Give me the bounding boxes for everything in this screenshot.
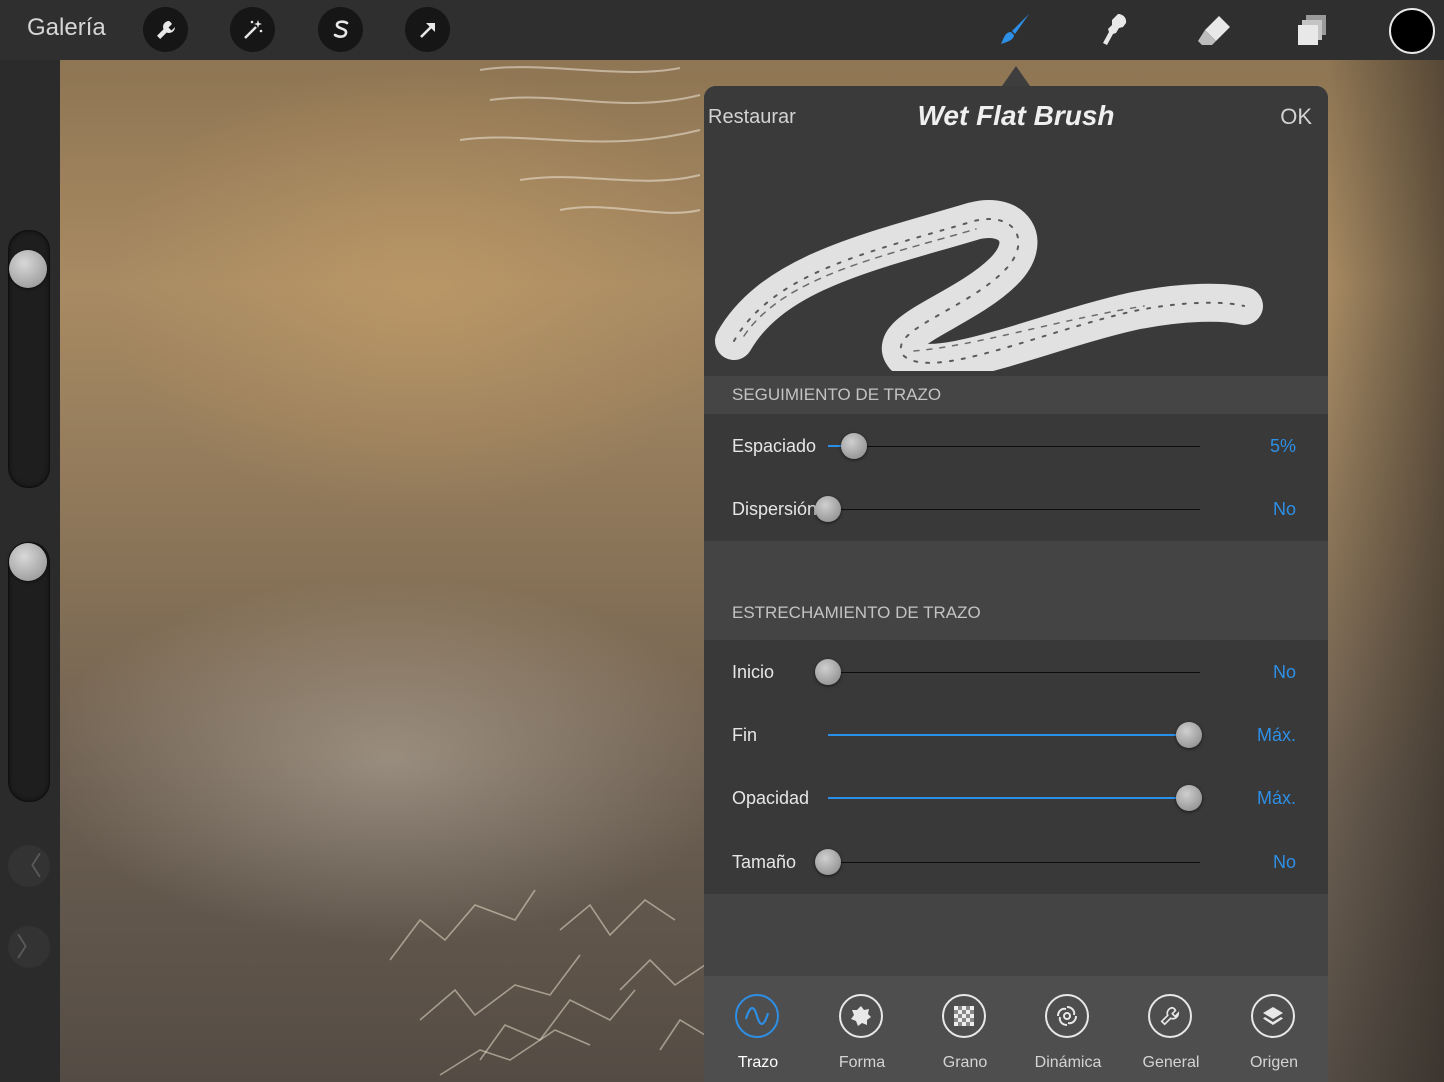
section-header-stroke-tracking: SEGUIMIENTO DE TRAZO	[704, 376, 1328, 414]
size-label: Tamaño	[732, 852, 797, 872]
end-label: Fin	[732, 725, 758, 745]
layers-icon	[1251, 994, 1295, 1038]
shape-icon	[839, 994, 883, 1038]
scatter-slider-track[interactable]	[828, 509, 1200, 510]
spacing-slider-thumb[interactable]	[841, 433, 868, 459]
panel-pointer-caret	[1002, 66, 1030, 86]
start-label: Inicio	[732, 662, 775, 682]
wrench-icon	[156, 20, 175, 39]
panel-spacer	[704, 894, 1328, 976]
gallery-button[interactable]: Galería	[27, 14, 106, 42]
smudge-icon	[1103, 14, 1127, 45]
scatter-value: No	[1272, 499, 1296, 519]
stroke-taper-group	[704, 640, 1328, 894]
undo-button[interactable]: 〈	[8, 845, 50, 887]
layers-tool-button[interactable]	[1288, 6, 1336, 54]
tab-source[interactable]: Origen	[1222, 976, 1326, 1082]
end-value: Máx.	[1256, 725, 1296, 745]
wrench-icon	[1148, 994, 1192, 1038]
size-slider-thumb[interactable]	[815, 849, 841, 875]
tab-grain[interactable]: Grano	[913, 976, 1017, 1082]
wave-icon	[735, 994, 779, 1038]
brush-preview-area: Restaurar Wet Flat Brush OK	[704, 86, 1328, 376]
brush-stroke-preview	[715, 200, 1263, 371]
brush-icon	[1001, 14, 1029, 44]
layers-icon	[1298, 15, 1326, 45]
selection-s-icon	[333, 19, 348, 38]
actions-wrench-button[interactable]	[143, 7, 188, 52]
tab-label: Forma	[838, 1054, 886, 1071]
brush-settings-tabbar: Trazo Forma Grano Dinámica General Orige…	[704, 976, 1328, 1082]
spacing-slider-track[interactable]	[828, 446, 1200, 447]
tab-stroke[interactable]: Trazo	[706, 976, 810, 1082]
start-value: No	[1272, 662, 1296, 682]
size-slider-track[interactable]	[828, 862, 1200, 863]
opacity-label: Opacidad	[732, 788, 810, 808]
spacing-label: Espaciado	[732, 436, 817, 456]
start-slider-track[interactable]	[828, 672, 1200, 673]
brush-opacity-slider[interactable]	[8, 542, 50, 802]
grain-icon	[942, 994, 986, 1038]
eraser-icon	[1198, 16, 1230, 45]
tab-dynamics[interactable]: Dinámica	[1016, 976, 1120, 1082]
color-picker-button[interactable]	[1389, 8, 1435, 54]
smudge-tool-button[interactable]	[1090, 6, 1138, 54]
brush-size-thumb[interactable]	[9, 250, 47, 288]
tab-label: Trazo	[737, 1054, 779, 1071]
eraser-tool-button[interactable]	[1190, 6, 1238, 54]
canvas-edge-shadow	[1327, 60, 1444, 1082]
magic-wand-icon	[243, 19, 262, 39]
tab-label: Origen	[1249, 1054, 1299, 1071]
end-slider-thumb[interactable]	[1175, 722, 1202, 748]
section-title: ESTRECHAMIENTO DE TRAZO	[732, 603, 981, 622]
tab-label: General	[1142, 1054, 1200, 1071]
brush-opacity-thumb[interactable]	[9, 543, 47, 581]
stroke-tracking-group	[704, 414, 1328, 541]
opacity-slider-thumb[interactable]	[1175, 785, 1202, 811]
section-title: SEGUIMIENTO DE TRAZO	[732, 385, 942, 404]
section-header-stroke-taper: ESTRECHAMIENTO DE TRAZO	[704, 541, 1328, 640]
dynamics-icon	[1045, 994, 1089, 1038]
brush-name-title: Wet Flat Brush	[917, 100, 1115, 131]
size-value: No	[1272, 852, 1296, 872]
end-slider-fill	[828, 734, 1189, 736]
brush-settings-panel: Restaurar Wet Flat Brush OK SEGUIMIENTO …	[704, 86, 1328, 1082]
scatter-label: Dispersión	[732, 499, 818, 519]
start-slider-thumb[interactable]	[815, 659, 841, 685]
transform-arrow-icon	[419, 22, 435, 38]
adjustments-button[interactable]	[230, 7, 275, 52]
tab-label: Grano	[942, 1054, 988, 1071]
opacity-value: Máx.	[1256, 788, 1296, 808]
redo-button[interactable]: 〉	[8, 926, 50, 968]
selection-button[interactable]	[318, 7, 363, 52]
scatter-slider-thumb[interactable]	[815, 496, 841, 522]
tab-shape[interactable]: Forma	[810, 976, 914, 1082]
opacity-slider-fill	[828, 797, 1189, 799]
tab-label: Dinámica	[1034, 1054, 1102, 1071]
brush-tool-button[interactable]	[991, 6, 1039, 54]
tab-general[interactable]: General	[1119, 976, 1223, 1082]
transform-button[interactable]	[405, 7, 450, 52]
top-toolbar: Galería	[0, 0, 1444, 60]
spacing-value: 5%	[1269, 436, 1296, 456]
left-sidebar: 〈 〉	[0, 60, 60, 1082]
ok-button[interactable]: OK	[1280, 104, 1312, 130]
